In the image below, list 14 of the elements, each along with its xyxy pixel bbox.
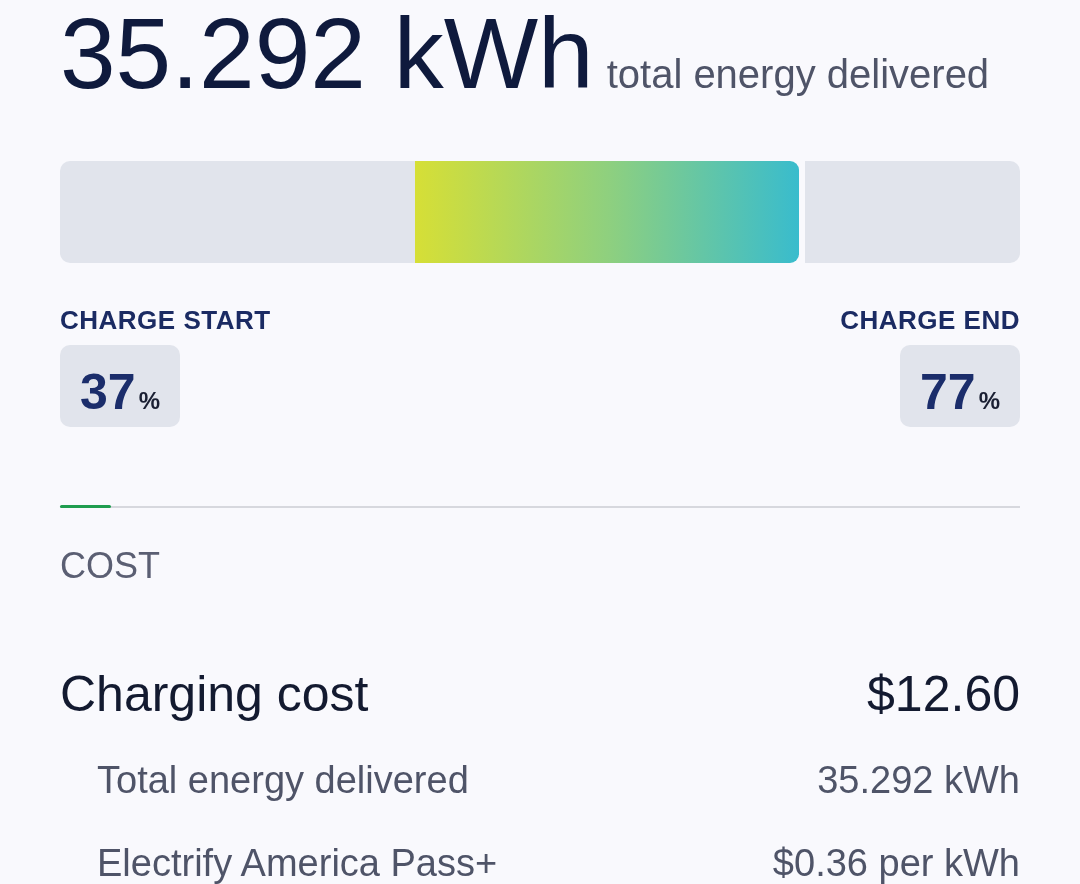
cost-heading: COST xyxy=(60,548,160,584)
cost-detail-value: $0.36 per kWh xyxy=(772,844,1020,882)
divider-accent xyxy=(60,505,111,508)
charge-start-badge: 37% xyxy=(60,345,180,427)
charging-cost-amount: $12.60 xyxy=(867,669,1020,719)
charge-end-badge: 77% xyxy=(900,345,1020,427)
cost-detail-value: 35.292 kWh xyxy=(817,761,1020,799)
charge-end-label: CHARGE END xyxy=(840,307,1020,333)
energy-total: 35.292 kWh xyxy=(60,3,594,103)
charging-cost-label: Charging cost xyxy=(60,669,369,719)
charge-start-label: CHARGE START xyxy=(60,307,271,333)
cost-detail-label: Electrify America Pass+ xyxy=(97,844,498,882)
cost-detail-label: Total energy delivered xyxy=(97,761,469,799)
energy-caption: total energy delivered xyxy=(606,54,990,94)
